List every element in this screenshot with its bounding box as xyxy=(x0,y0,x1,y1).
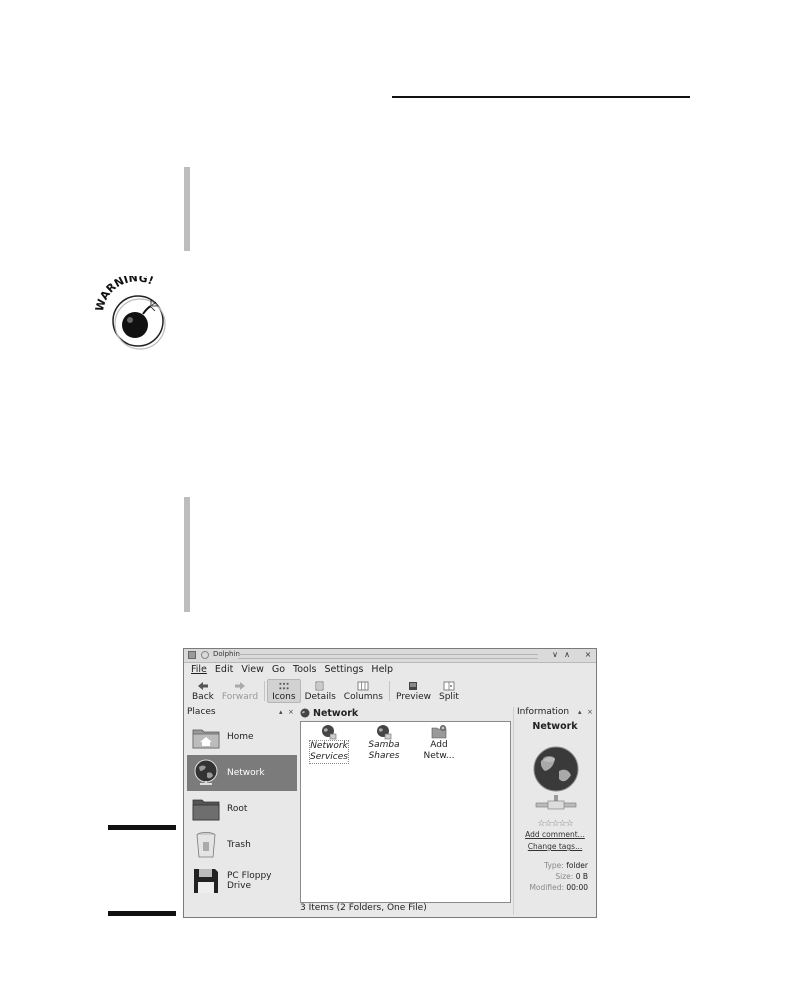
file-item-samba-shares[interactable]: Samba Shares xyxy=(362,724,406,762)
root-folder-icon xyxy=(192,799,220,821)
information-float-button[interactable]: ▴ xyxy=(578,708,582,716)
place-label: Root xyxy=(227,804,248,814)
close-button[interactable]: × xyxy=(583,650,593,660)
place-root[interactable]: Root xyxy=(187,791,297,827)
rating-stars[interactable]: ☆☆☆☆☆ xyxy=(514,819,596,829)
file-view[interactable]: Network Services Samba Shares Add Netw... xyxy=(300,721,511,903)
preview-label: Preview xyxy=(395,692,431,702)
network-folder-icon xyxy=(322,725,337,740)
toolbar: Back Forward Icons Details Columns Previ… xyxy=(188,679,463,705)
main-view: Network Network Services Samba Shares Add N… xyxy=(300,707,512,915)
place-home[interactable]: Home xyxy=(187,719,297,755)
home-folder-icon xyxy=(192,729,220,749)
columns-view-button[interactable]: Columns xyxy=(340,679,387,703)
meta-type: Type: folder xyxy=(544,861,588,870)
warning-bomb-icon: WARNING! xyxy=(95,276,166,350)
icons-label: Icons xyxy=(272,692,296,702)
columns-view-icon xyxy=(357,681,369,691)
forward-button[interactable]: Forward xyxy=(218,679,262,703)
toolbar-separator xyxy=(388,681,390,701)
place-network[interactable]: Network xyxy=(187,755,297,791)
title-bar[interactable]: Dolphin ∨ ∧ × xyxy=(184,649,596,663)
menu-bar: File Edit View Go Tools Settings Help xyxy=(190,664,394,676)
menu-help[interactable]: Help xyxy=(370,664,394,676)
title-grip xyxy=(238,654,538,659)
split-label: Split xyxy=(438,692,459,702)
trash-icon xyxy=(196,832,216,858)
places-float-button[interactable]: ▴ xyxy=(279,708,283,716)
floppy-disk-icon xyxy=(194,869,218,893)
file-item-add-network[interactable]: Add Netw... xyxy=(417,724,461,762)
file-label: Network Services xyxy=(309,740,349,764)
dolphin-window: Dolphin ∨ ∧ × File Edit View Go Tools Se… xyxy=(183,648,597,918)
icons-view-button[interactable]: Icons xyxy=(267,679,301,703)
file-label: Add Netw... xyxy=(423,740,455,761)
network-globe-icon xyxy=(533,746,579,792)
places-title: Places xyxy=(187,707,216,717)
file-item-network-services[interactable]: Network Services xyxy=(307,724,351,764)
meta-size: Size: 0 B xyxy=(555,872,588,881)
minimize-button[interactable]: ∨ xyxy=(550,650,560,660)
forward-label: Forward xyxy=(221,692,259,702)
app-icon[interactable] xyxy=(188,651,196,659)
sidebar-bar xyxy=(184,167,190,251)
split-icon xyxy=(443,681,455,691)
network-globe-icon xyxy=(300,708,310,718)
menu-edit[interactable]: Edit xyxy=(214,664,234,676)
forward-arrow-icon xyxy=(234,682,245,690)
information-close-button[interactable]: × xyxy=(587,708,593,716)
place-trash[interactable]: Trash xyxy=(187,827,297,863)
location-label: Network xyxy=(313,707,359,719)
menu-view[interactable]: View xyxy=(240,664,265,676)
file-label: Samba Shares xyxy=(368,740,400,761)
add-network-folder-icon xyxy=(431,725,447,739)
place-floppy[interactable]: PC Floppy Drive xyxy=(187,863,297,899)
details-view-icon xyxy=(315,681,324,691)
information-title: Information xyxy=(517,707,570,717)
figure-rule xyxy=(108,911,176,916)
information-panel: Information ▴ × Network ☆☆☆☆☆ Add commen… xyxy=(513,707,596,915)
back-arrow-icon xyxy=(197,682,208,690)
place-label: PC Floppy Drive xyxy=(227,871,272,891)
places-panel: Places ▴ × Home Network Root Trash PC Fl… xyxy=(187,707,298,915)
places-header: Places ▴ × xyxy=(187,707,298,719)
menu-tools[interactable]: Tools xyxy=(292,664,317,676)
maximize-button[interactable]: ∧ xyxy=(562,650,572,660)
pin-icon[interactable] xyxy=(201,651,209,659)
change-tags-link[interactable]: Change tags... xyxy=(514,842,596,851)
place-label: Trash xyxy=(227,840,251,850)
split-button[interactable]: Split xyxy=(435,679,463,703)
menu-settings[interactable]: Settings xyxy=(323,664,364,676)
network-connector-icon xyxy=(535,795,577,810)
window-title: Dolphin xyxy=(213,650,240,658)
meta-modified: Modified: 00:00 xyxy=(529,883,588,892)
add-comment-link[interactable]: Add comment... xyxy=(514,830,596,839)
place-label: Network xyxy=(227,768,265,778)
columns-label: Columns xyxy=(343,692,383,702)
network-folder-icon xyxy=(377,725,392,740)
toolbar-separator xyxy=(264,681,266,701)
back-label: Back xyxy=(192,692,214,702)
menu-file[interactable]: File xyxy=(190,664,208,676)
icons-view-icon xyxy=(279,682,289,690)
menu-go[interactable]: Go xyxy=(271,664,286,676)
places-close-button[interactable]: × xyxy=(288,708,294,716)
details-label: Details xyxy=(304,692,336,702)
breadcrumb[interactable]: Network xyxy=(300,707,358,719)
figure-rule xyxy=(108,825,176,830)
preview-icon xyxy=(409,682,418,690)
selected-item-name: Network xyxy=(532,721,578,732)
status-bar: 3 Items (2 Folders, One File) xyxy=(300,903,427,913)
back-button[interactable]: Back xyxy=(188,679,218,703)
sidebar-bar xyxy=(184,497,190,612)
preview-button[interactable]: Preview xyxy=(392,679,435,703)
network-globe-icon xyxy=(194,759,218,785)
heading-rule xyxy=(392,96,690,98)
details-view-button[interactable]: Details xyxy=(301,679,340,703)
place-label: Home xyxy=(227,732,254,742)
